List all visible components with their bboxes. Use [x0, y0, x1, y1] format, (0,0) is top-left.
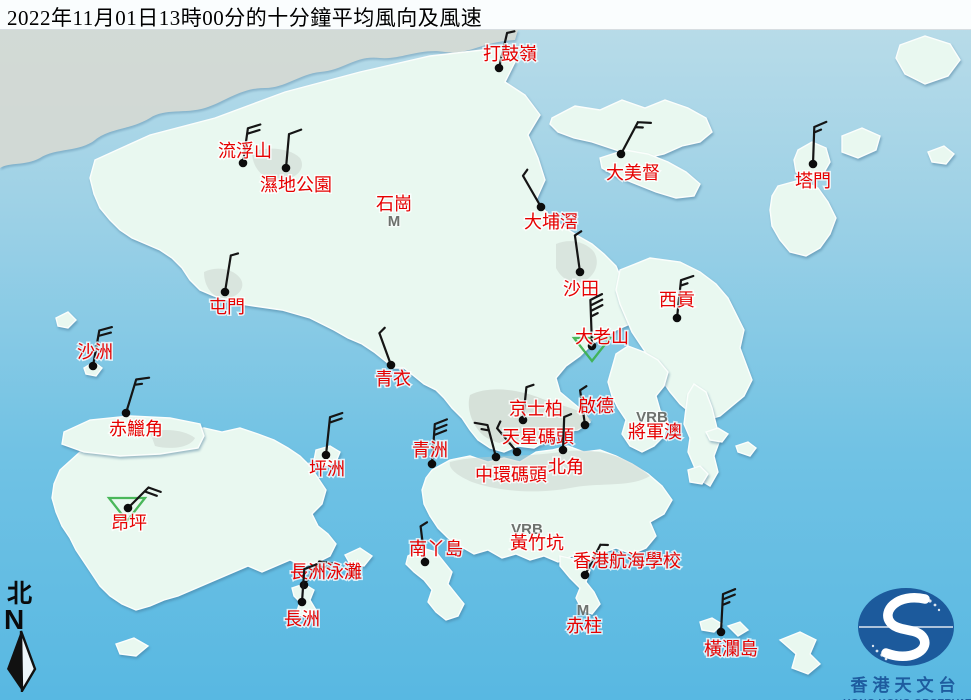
station-dot: [559, 446, 568, 455]
station-dot: [495, 64, 504, 73]
station-label: 長洲泳灘: [290, 562, 362, 582]
station-label: 流浮山: [218, 141, 272, 161]
station-dot: [581, 571, 590, 580]
station-label: 黃竹坑: [510, 533, 564, 553]
station-label: 赤柱: [566, 616, 602, 636]
station-label: 大埔滘: [524, 212, 578, 232]
station-label: 北角: [548, 457, 584, 477]
station-label: 坪洲: [309, 459, 345, 479]
station-label: 沙洲: [77, 342, 113, 362]
station-dot: [221, 288, 230, 297]
station-dot: [89, 362, 98, 371]
station-label: 沙田: [563, 279, 599, 299]
station-label: 打鼓嶺: [483, 44, 537, 64]
station-label: 大老山: [575, 327, 629, 347]
compass-north-letter: N: [4, 607, 47, 632]
station-label: 長洲: [284, 609, 320, 629]
station-dot: [387, 361, 396, 370]
station-dot: [576, 268, 585, 277]
station-label: 香港航海學校: [573, 551, 681, 571]
station-label: 中環碼頭: [475, 465, 547, 485]
hko-logo: 香港天文台 HONG KONG OBSERVATORY: [843, 587, 968, 700]
station-dot: [673, 314, 682, 323]
hong-kong-map: 打鼓嶺流浮山濕地公園 M石崗 大美督 塔門大埔滘沙田西貢大老山 屯門沙洲赤鱲角 青衣京士柏…: [0, 0, 971, 700]
station-dot: [717, 628, 726, 637]
station-dot: [282, 164, 291, 173]
station-label: 青衣: [375, 369, 411, 389]
station-label: 京士柏: [509, 399, 563, 419]
station-label: 大美督: [606, 163, 660, 183]
station-dot: [581, 421, 590, 430]
hko-logo-icon: [851, 587, 961, 669]
station-label: 濕地公園: [260, 175, 332, 195]
station-dot: [617, 150, 626, 159]
station-dot: [124, 504, 133, 513]
station-label: 青洲: [412, 440, 448, 460]
station-dot: [513, 448, 522, 457]
station-label: 屯門: [209, 297, 245, 317]
station-label: 塔門: [795, 171, 831, 191]
wind-map-page: 打鼓嶺流浮山濕地公園 M石崗 大美督 塔門大埔滘沙田西貢大老山 屯門沙洲赤鱲角 青衣京士柏…: [0, 0, 971, 700]
station-dot: [322, 451, 331, 460]
compass-needle-icon: [3, 630, 43, 692]
title-bar: 2022年11月01日13時00分的十分鐘平均風向及風速: [0, 0, 971, 30]
station-label: 赤鱲角: [109, 419, 163, 439]
station-flag: M: [388, 213, 401, 230]
station-dot: [809, 160, 818, 169]
station-label: 石崗: [376, 194, 412, 214]
station-label: 南丫島: [409, 539, 463, 559]
station-dot: [537, 203, 546, 212]
station-label: 啟德: [578, 396, 614, 416]
station-dot: [298, 598, 307, 607]
hko-logo-name-zh: 香港天文台: [843, 671, 968, 696]
station-label: 西貢: [659, 290, 695, 310]
station-dot: [122, 409, 131, 418]
station-dot: [428, 460, 437, 469]
station-dot: [492, 453, 501, 462]
map-title: 2022年11月01日13時00分的十分鐘平均風向及風速: [7, 2, 482, 32]
compass-north: 北 N: [3, 582, 47, 692]
station-label: 將軍澳: [628, 422, 682, 442]
station-label: 昂坪: [111, 513, 147, 533]
station-label: 橫瀾島: [704, 639, 758, 659]
